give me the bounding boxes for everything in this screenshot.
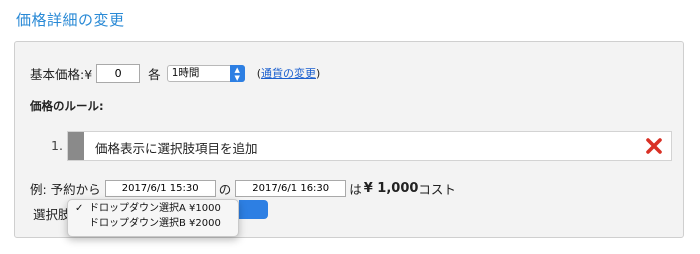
rule-text: 価格表示に選択肢項目を追加	[95, 141, 258, 156]
delete-x-icon[interactable]	[645, 137, 663, 155]
cost-amount: ¥ 1,000	[363, 180, 419, 196]
choice-label: 選択肢	[33, 207, 71, 222]
dropdown-option-b[interactable]: ドロップダウン選択B ¥2000	[68, 217, 238, 231]
base-price-row: 基本価格:¥ 各 1時間 ▲▼ (通貨の変更)	[30, 63, 320, 83]
base-price-input[interactable]	[96, 63, 141, 83]
dropdown-option-label: ドロップダウン選択A ¥1000	[89, 203, 221, 214]
rule-row: 価格表示に選択肢項目を追加	[67, 131, 672, 161]
paren-close: )	[315, 67, 321, 80]
unit-label: 各	[148, 66, 161, 82]
change-currency-link[interactable]: 通貨の変更	[261, 67, 316, 80]
check-icon: ✓	[75, 203, 84, 214]
rule-index: 1.	[51, 138, 63, 153]
updown-chevron-icon: ▲ ▼	[229, 64, 245, 82]
base-price-label: 基本価格:¥	[30, 66, 93, 82]
example-joiner: の	[218, 181, 232, 197]
currency-change: (通貨の変更)	[257, 65, 321, 81]
cost-suffix: コスト	[418, 181, 456, 197]
choice-dropdown-menu: ✓ ドロップダウン選択A ¥1000 ドロップダウン選択B ¥2000	[67, 199, 239, 237]
time-unit-value: 1時間	[171, 66, 200, 79]
example-row: 例: 予約から の は ¥ 1,000 コスト	[30, 179, 456, 197]
cost-prefix: は	[349, 181, 362, 197]
page-title: 価格詳細の変更	[16, 11, 125, 29]
drag-handle[interactable]	[68, 132, 84, 160]
price-details-panel: 基本価格:¥ 各 1時間 ▲▼ (通貨の変更) 価格のルール: 1. 価格表示に…	[14, 41, 684, 238]
time-unit-select[interactable]: 1時間 ▲ ▼	[166, 64, 245, 82]
example-from-input[interactable]	[104, 179, 216, 197]
dropdown-option-a[interactable]: ✓ ドロップダウン選択A ¥1000	[68, 202, 238, 216]
choice-select-button[interactable]	[239, 200, 268, 219]
dropdown-option-label: ドロップダウン選択B ¥2000	[89, 218, 221, 229]
example-to-input[interactable]	[235, 179, 347, 197]
price-rules-heading: 価格のルール:	[30, 99, 104, 113]
example-prefix: 例: 予約から	[30, 181, 101, 197]
